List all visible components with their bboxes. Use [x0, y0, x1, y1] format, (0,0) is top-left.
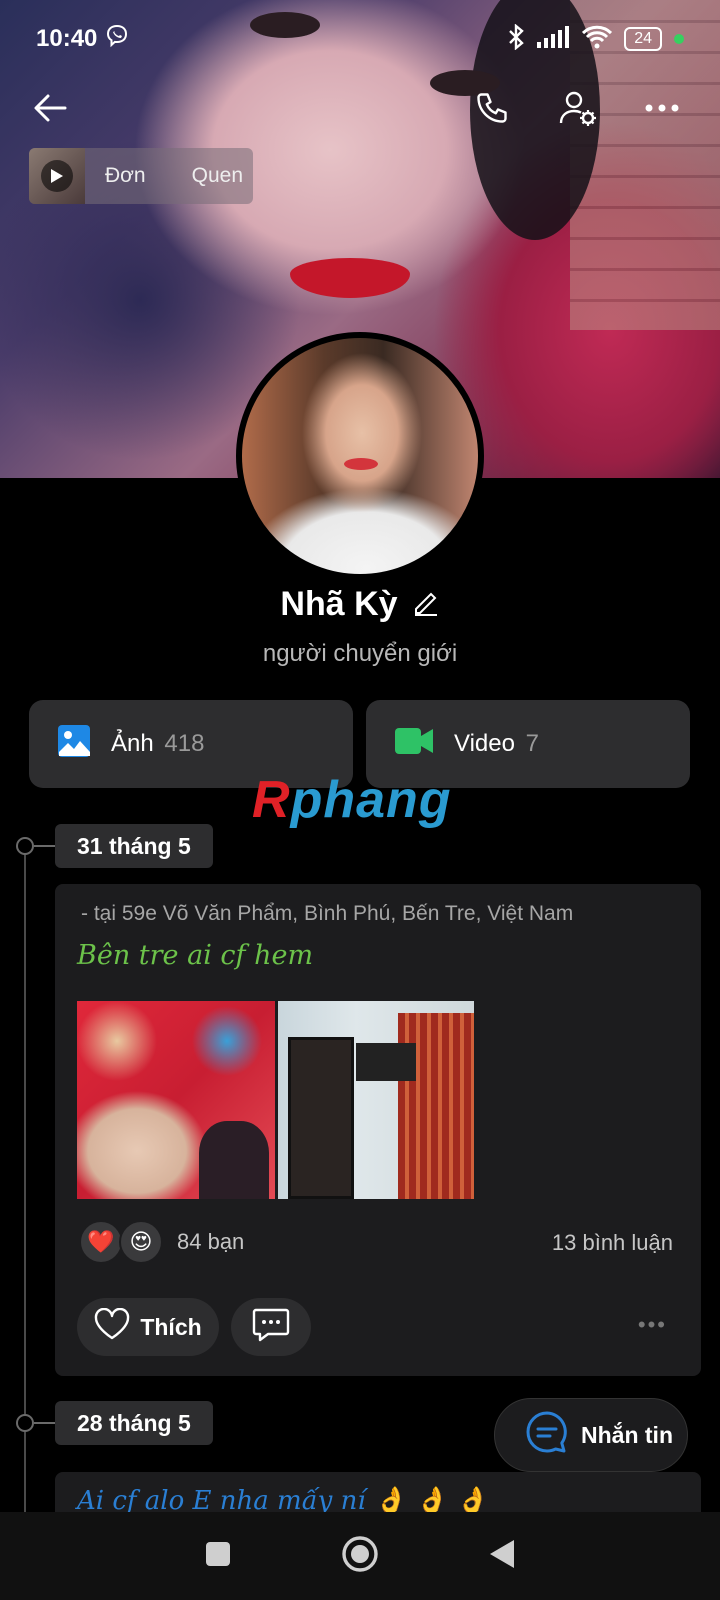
privacy-dot-icon: [674, 34, 684, 44]
viber-icon: [105, 24, 129, 55]
music-marquee: Đơn Quen: [85, 164, 243, 188]
profile-name-row: Nhã Kỳ: [0, 585, 720, 624]
bluetooth-icon: [508, 22, 524, 55]
post-text: Ai cf alo E nha mấy ní 👌 👌 👌: [77, 1486, 488, 1512]
timeline-line: [24, 846, 26, 1600]
comment-count[interactable]: 13 bình luận: [552, 1230, 673, 1256]
back-arrow-icon[interactable]: [28, 86, 72, 130]
photo-curtain: [398, 1013, 474, 1199]
contact-settings-icon[interactable]: [556, 86, 600, 130]
status-bar: 10:40 24: [0, 0, 720, 78]
watermark-logo: Rphang: [252, 770, 452, 830]
timeline-connector: [34, 1422, 56, 1424]
reactions-summary[interactable]: ❤️ 😍 84 bạn: [79, 1220, 244, 1264]
like-button[interactable]: Thích: [77, 1298, 219, 1356]
cover-lips: [290, 258, 410, 298]
timeline-node: [16, 837, 34, 855]
recents-square-icon[interactable]: [204, 1540, 232, 1573]
timeline-post[interactable]: - tại 59e Võ Văn Phẩm, Bình Phú, Bến Tre…: [55, 884, 701, 1376]
timeline-node: [16, 1414, 34, 1432]
message-label: Nhắn tin: [581, 1421, 673, 1448]
phone-call-icon[interactable]: [470, 86, 514, 130]
post-more-icon[interactable]: •••: [638, 1312, 667, 1338]
music-artist: Quen: [191, 164, 243, 187]
photo-detail: [199, 1121, 269, 1199]
post-photo[interactable]: [77, 1001, 275, 1199]
status-right: 24: [508, 22, 684, 55]
play-icon[interactable]: [41, 160, 73, 192]
photo-door: [288, 1037, 354, 1199]
signal-icon: [536, 25, 570, 53]
watermark-part1: R: [252, 771, 291, 829]
timeline-date: 28 tháng 5: [55, 1401, 213, 1445]
profile-music-chip[interactable]: Đơn Quen: [29, 148, 253, 204]
system-nav-bar: [0, 1512, 720, 1600]
edit-pencil-icon[interactable]: [412, 588, 440, 621]
profile-name: Nhã Kỳ: [280, 585, 398, 623]
battery-indicator: 24: [624, 27, 662, 51]
chat-bubble-icon: [525, 1410, 569, 1460]
profile-subtitle: người chuyển giới: [262, 640, 458, 667]
like-label: Thích: [140, 1313, 202, 1340]
photo-icon: [57, 724, 91, 765]
status-time: 10:40: [36, 25, 98, 52]
heart-outline-icon: [94, 1307, 130, 1346]
message-button[interactable]: Nhắn tin: [494, 1398, 688, 1472]
watermark-part2: phang: [290, 771, 452, 829]
videos-label: Video: [454, 730, 515, 757]
music-title: Đơn: [105, 164, 146, 187]
avatar-lips: [344, 458, 378, 470]
more-options-icon[interactable]: [640, 86, 684, 130]
photos-count: 418: [164, 730, 205, 757]
videos-count: 7: [525, 730, 539, 757]
timeline-date: 31 tháng 5: [55, 824, 213, 868]
timeline-post[interactable]: Ai cf alo E nha mấy ní 👌 👌 👌: [55, 1472, 701, 1512]
post-text: Bên tre ai cf hem: [77, 940, 314, 971]
music-thumbnail: [29, 148, 85, 204]
photo-tv: [356, 1043, 416, 1081]
home-circle-icon[interactable]: [341, 1535, 379, 1578]
profile-avatar[interactable]: [236, 332, 484, 580]
top-action-bar: [0, 78, 720, 134]
comment-button[interactable]: [231, 1298, 311, 1356]
reaction-count: 84 bạn: [177, 1229, 245, 1254]
heart-reaction-icon: ❤️: [79, 1220, 123, 1264]
post-location: - tại 59e Võ Văn Phẩm, Bình Phú, Bến Tre…: [81, 902, 574, 925]
post-photo[interactable]: [278, 1001, 474, 1199]
wifi-icon: [582, 25, 613, 54]
photos-label: Ảnh: [111, 730, 154, 757]
video-camera-icon: [394, 726, 434, 763]
back-triangle-icon[interactable]: [488, 1538, 516, 1575]
timeline-connector: [34, 845, 56, 847]
status-left: 10:40: [36, 24, 129, 55]
comment-bubble-icon: [252, 1308, 290, 1347]
heart-eyes-reaction-icon: 😍: [119, 1220, 163, 1264]
